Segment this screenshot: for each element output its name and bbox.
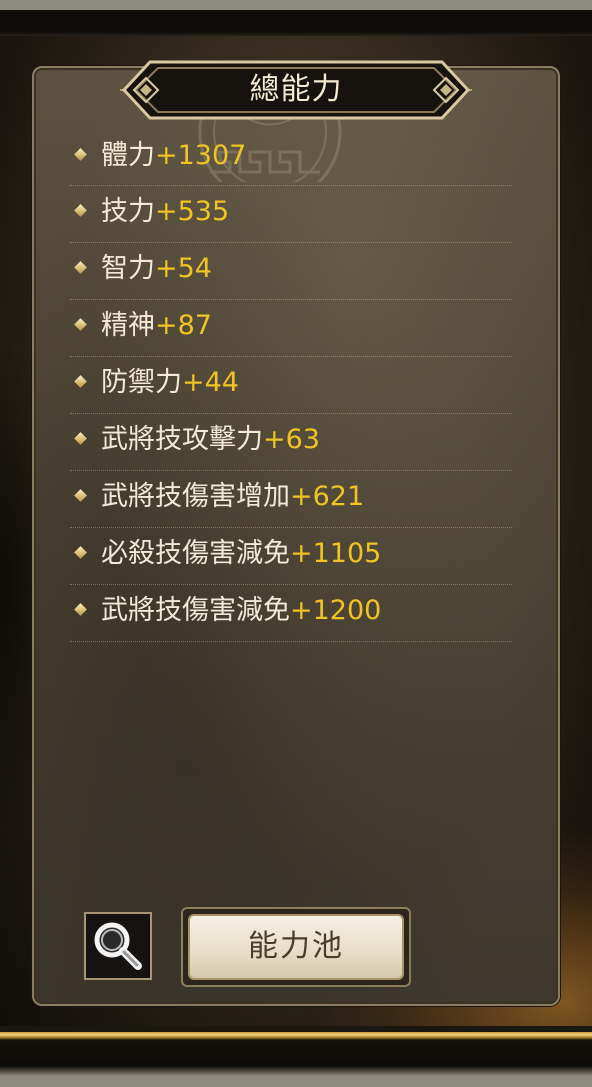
stat-name: 精神 — [101, 310, 155, 341]
stat-value: +535 — [155, 196, 230, 227]
stat-row-general-skill-damage-increase: 武將技傷害增加+621 — [70, 471, 512, 528]
ability-pool-label: 能力池 — [188, 914, 404, 980]
stat-name: 武將技傷害增加 — [101, 481, 290, 512]
magnifier-icon — [94, 922, 142, 970]
magnifier-button[interactable] — [84, 912, 152, 980]
stat-value: +1105 — [290, 538, 382, 569]
stat-row-spirit: 精神+87 — [70, 300, 512, 357]
stat-value: +1200 — [290, 595, 382, 626]
panel-title: 總能力 — [249, 72, 343, 107]
stat-name: 武將技攻擊力 — [101, 424, 263, 455]
stat-name: 體力 — [101, 140, 155, 171]
stat-value: +54 — [155, 253, 212, 284]
ability-pool-button[interactable]: 能力池 — [181, 907, 411, 987]
stat-row-general-skill-attack: 武將技攻擊力+63 — [70, 414, 512, 471]
stat-value: +44 — [182, 367, 239, 398]
stats-list: 體力+1307 技力+535 智力+54 精神+87 防禦力+44 武將技攻擊力… — [70, 136, 512, 642]
stat-row-general-skill-damage-reduction: 武將技傷害減免+1200 — [70, 585, 512, 642]
stat-row-defense: 防禦力+44 — [70, 357, 512, 414]
stat-name: 武將技傷害減免 — [101, 595, 290, 626]
bullet-diamond-icon — [74, 489, 87, 502]
bullet-diamond-icon — [74, 603, 87, 616]
bullet-diamond-icon — [74, 432, 87, 445]
stat-row-intelligence: 智力+54 — [70, 243, 512, 300]
bullet-diamond-icon — [74, 546, 87, 559]
stat-value: +621 — [290, 481, 365, 512]
bullet-diamond-icon — [74, 204, 87, 217]
bullet-diamond-icon — [74, 148, 87, 161]
stat-value: +1307 — [155, 140, 247, 171]
bullet-diamond-icon — [74, 375, 87, 388]
stat-value: +63 — [263, 424, 320, 455]
bottom-frame-bar — [0, 1026, 592, 1087]
panel-title-plate: 總能力 — [120, 58, 472, 122]
stat-name: 必殺技傷害減免 — [101, 538, 290, 569]
stat-name: 防禦力 — [101, 367, 182, 398]
stat-value: +87 — [155, 310, 212, 341]
stat-name: 智力 — [101, 253, 155, 284]
bullet-diamond-icon — [74, 318, 87, 331]
top-frame-bar — [0, 0, 592, 36]
stat-name: 技力 — [101, 196, 155, 227]
stat-row-stamina: 體力+1307 — [70, 136, 512, 186]
stat-row-ultimate-damage-reduction: 必殺技傷害減免+1105 — [70, 528, 512, 585]
stat-row-skill-power: 技力+535 — [70, 186, 512, 243]
bullet-diamond-icon — [74, 261, 87, 274]
